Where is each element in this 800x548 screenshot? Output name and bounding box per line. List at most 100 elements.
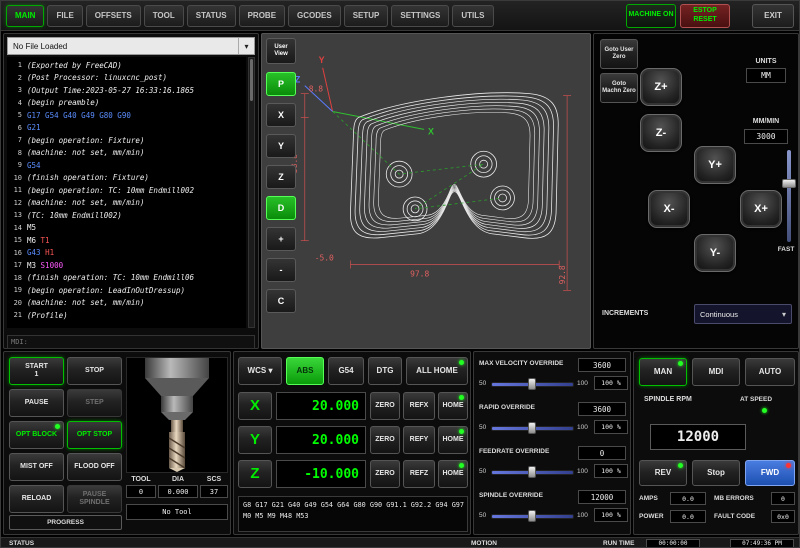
jog-x-plus-button[interactable]: X+	[740, 190, 782, 228]
feedrate-override-slider[interactable]	[491, 465, 574, 479]
slider-handle[interactable]	[782, 179, 796, 188]
reload-button[interactable]: RELOAD	[9, 485, 64, 513]
man-mode-button[interactable]: MAN	[639, 358, 687, 386]
spindle-rpm-display: 12000	[650, 424, 746, 450]
mb-errors-label: MB ERRORS	[714, 495, 754, 502]
zero-z-button[interactable]: ZERO	[370, 460, 400, 488]
jog-feed-value: 3000	[744, 129, 788, 144]
tab-settings[interactable]: SETTINGS	[391, 5, 449, 27]
goto-machine-zero-button[interactable]: Goto Machn Zero	[600, 73, 638, 103]
machine-on-button[interactable]: MACHINE ON	[626, 4, 676, 28]
tab-tool[interactable]: TOOL	[144, 5, 184, 27]
zoom-out-button[interactable]: -	[266, 258, 296, 282]
rapid-override-slider[interactable]	[491, 421, 574, 435]
opt-block-button[interactable]: OPT BLOCK	[9, 421, 64, 449]
tab-main[interactable]: MAIN	[6, 5, 44, 27]
view-perspective-button[interactable]: P	[266, 72, 296, 96]
jog-y-plus-button[interactable]: Y+	[694, 146, 736, 184]
gcode-listing[interactable]: 1(Exported by FreeCAD)2(Post Processor: …	[7, 57, 246, 328]
tool-number-value: 0	[126, 485, 156, 498]
mdi-mode-button[interactable]: MDI	[692, 358, 740, 386]
tab-probe[interactable]: PROBE	[239, 5, 285, 27]
jog-panel: Goto User Zero Goto Machn Zero UNITS MM …	[593, 33, 799, 349]
gcode-line-number: 5	[7, 111, 22, 119]
tab-setup[interactable]: SETUP	[344, 5, 389, 27]
view-y-button[interactable]: Y	[266, 134, 296, 158]
ref-x-button[interactable]: REFX	[403, 392, 435, 420]
toolpath-contours	[350, 93, 558, 239]
gcode-line: 17M3 S1000	[7, 259, 246, 272]
home-x-button[interactable]: HOME	[438, 392, 468, 420]
wcs-dropdown[interactable]: WCS ▾	[238, 357, 282, 385]
spindle-rev-button[interactable]: REV	[639, 460, 687, 486]
stop-button[interactable]: STOP	[67, 357, 122, 385]
view-clear-button[interactable]: C	[266, 289, 296, 313]
axis-y-button[interactable]: Y	[238, 426, 272, 454]
gcode-line-number: 14	[7, 224, 22, 232]
view-z-button[interactable]: Z	[266, 165, 296, 189]
slider-handle[interactable]	[528, 378, 536, 390]
view-x-button[interactable]: X	[266, 103, 296, 127]
home-y-button[interactable]: HOME	[438, 426, 468, 454]
zero-y-button[interactable]: ZERO	[370, 426, 400, 454]
tab-status[interactable]: STATUS	[187, 5, 236, 27]
spindle-override-slider[interactable]	[491, 509, 574, 523]
tab-offsets[interactable]: OFFSETS	[86, 5, 141, 27]
pause-button[interactable]: PAUSE	[9, 389, 64, 417]
dtg-button[interactable]: DTG	[368, 357, 402, 385]
home-z-button[interactable]: HOME	[438, 460, 468, 488]
tab-file[interactable]: FILE	[47, 5, 82, 27]
axis-row-z: Z -10.000 ZERO REFZ HOME	[234, 460, 472, 488]
ref-y-button[interactable]: REFY	[403, 426, 435, 454]
view-user-button[interactable]: User View	[266, 38, 296, 64]
mist-button[interactable]: MIST OFF	[9, 453, 64, 481]
gcode-segment: (Post Processor: linuxcnc_post)	[27, 73, 167, 82]
auto-mode-button[interactable]: AUTO	[745, 358, 795, 386]
gcode-line-number: 19	[7, 286, 22, 294]
gcode-line: 2(Post Processor: linuxcnc_post)	[7, 72, 246, 85]
axes-indicator: X Y Z	[295, 55, 434, 137]
estop-reset-button[interactable]: ESTOP RESET	[680, 4, 730, 28]
axis-x-button[interactable]: X	[238, 392, 272, 420]
g54-button[interactable]: G54	[328, 357, 364, 385]
spindle-stop-button[interactable]: Stop	[692, 460, 740, 486]
slider-handle[interactable]	[528, 422, 536, 434]
goto-user-zero-button[interactable]: Goto User Zero	[600, 39, 638, 69]
exit-button[interactable]: EXIT	[752, 4, 794, 28]
gcode-line: 9G54	[7, 159, 246, 172]
gcode-line-number: 1	[7, 61, 22, 69]
abs-button[interactable]: ABS	[286, 357, 324, 385]
jog-speed-slider[interactable]	[782, 150, 796, 242]
all-home-button[interactable]: ALL HOME	[406, 357, 468, 385]
mdi-input[interactable]	[7, 335, 255, 349]
preview-panel[interactable]: X Y Z	[261, 33, 591, 349]
view-dimensions-button[interactable]: D	[266, 196, 296, 220]
jog-y-minus-button[interactable]: Y-	[694, 234, 736, 272]
slider-handle[interactable]	[528, 510, 536, 522]
spindle-override-group: SPINDLE OVERRIDE 12000 50 100 100 %	[474, 489, 632, 531]
gcode-scrollbar[interactable]	[248, 57, 255, 328]
scrollbar-thumb[interactable]	[250, 59, 253, 101]
jog-z-plus-button[interactable]: Z+	[640, 68, 682, 106]
gcode-segment: (machine: not set, mm/min)	[27, 298, 144, 307]
spindle-fwd-button[interactable]: FWD	[745, 460, 795, 486]
step-button[interactable]: STEP	[67, 389, 122, 417]
zoom-in-button[interactable]: +	[266, 227, 296, 251]
tab-gcodes[interactable]: GCODES	[288, 5, 341, 27]
max-velocity-slider[interactable]	[491, 377, 574, 391]
zero-x-button[interactable]: ZERO	[370, 392, 400, 420]
jog-z-minus-button[interactable]: Z-	[640, 114, 682, 152]
axis-z-button[interactable]: Z	[238, 460, 272, 488]
override-percent: 100 %	[594, 508, 628, 522]
flood-button[interactable]: FLOOD OFF	[67, 453, 122, 481]
jog-x-minus-button[interactable]: X-	[648, 190, 690, 228]
increments-dropdown[interactable]: Continuous ▾	[694, 304, 792, 324]
opt-stop-button[interactable]: OPT STOP	[67, 421, 122, 449]
active-mcodes: M0 M5 M9 M48 M53	[243, 511, 463, 522]
ref-z-button[interactable]: REFZ	[403, 460, 435, 488]
tab-utils[interactable]: UTILS	[452, 5, 493, 27]
slider-handle[interactable]	[528, 466, 536, 478]
cycle-start-button[interactable]: START1	[9, 357, 64, 385]
file-selector[interactable]: No File Loaded ▾	[7, 37, 255, 55]
pause-spindle-button[interactable]: PAUSE SPINDLE	[67, 485, 122, 513]
